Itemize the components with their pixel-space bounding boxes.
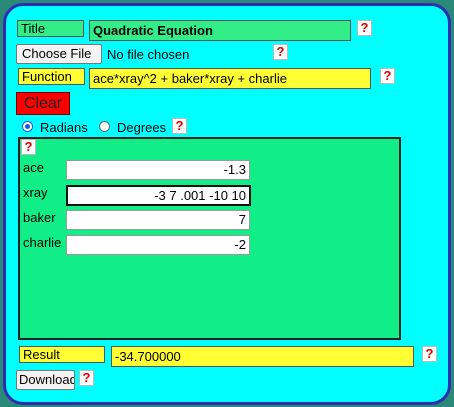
download-help-icon[interactable]: ? — [79, 370, 94, 386]
file-status: No file chosen — [107, 47, 190, 62]
variable-name-xray: xray — [23, 185, 48, 200]
title-label: Title — [17, 20, 84, 37]
clear-button[interactable]: Clear — [16, 92, 70, 115]
result-help-icon[interactable]: ? — [422, 346, 437, 362]
variable-value-ace[interactable]: -1.3 — [66, 160, 250, 180]
variables-help-icon[interactable]: ? — [21, 139, 36, 155]
title-help-icon[interactable]: ? — [357, 20, 372, 36]
variable-name-baker: baker — [23, 210, 56, 225]
result-field: -34.700000 — [111, 346, 414, 367]
choose-file-button[interactable]: Choose File — [16, 44, 102, 64]
function-label: Function — [18, 68, 85, 85]
variable-value-baker[interactable]: 7 — [66, 210, 250, 230]
result-label: Result — [19, 346, 105, 363]
title-field[interactable]: Quadratic Equation — [89, 20, 351, 41]
function-field[interactable]: ace*xray^2 + baker*xray + charlie — [89, 68, 371, 89]
angle-help-icon[interactable]: ? — [172, 118, 187, 134]
radians-label: Radians — [40, 120, 88, 135]
variable-name-charlie: charlie — [23, 235, 62, 250]
variable-name-ace: ace — [23, 160, 44, 175]
function-help-icon[interactable]: ? — [380, 68, 395, 84]
degrees-label: Degrees — [117, 120, 167, 135]
file-help-icon[interactable]: ? — [273, 44, 288, 60]
radians-radio[interactable] — [22, 121, 33, 132]
variable-value-xray[interactable]: -3 7 .001 -10 10 — [66, 185, 251, 206]
download-button[interactable]: Download — [16, 370, 75, 390]
degrees-radio[interactable] — [99, 121, 110, 132]
variable-value-charlie[interactable]: -2 — [66, 235, 250, 255]
